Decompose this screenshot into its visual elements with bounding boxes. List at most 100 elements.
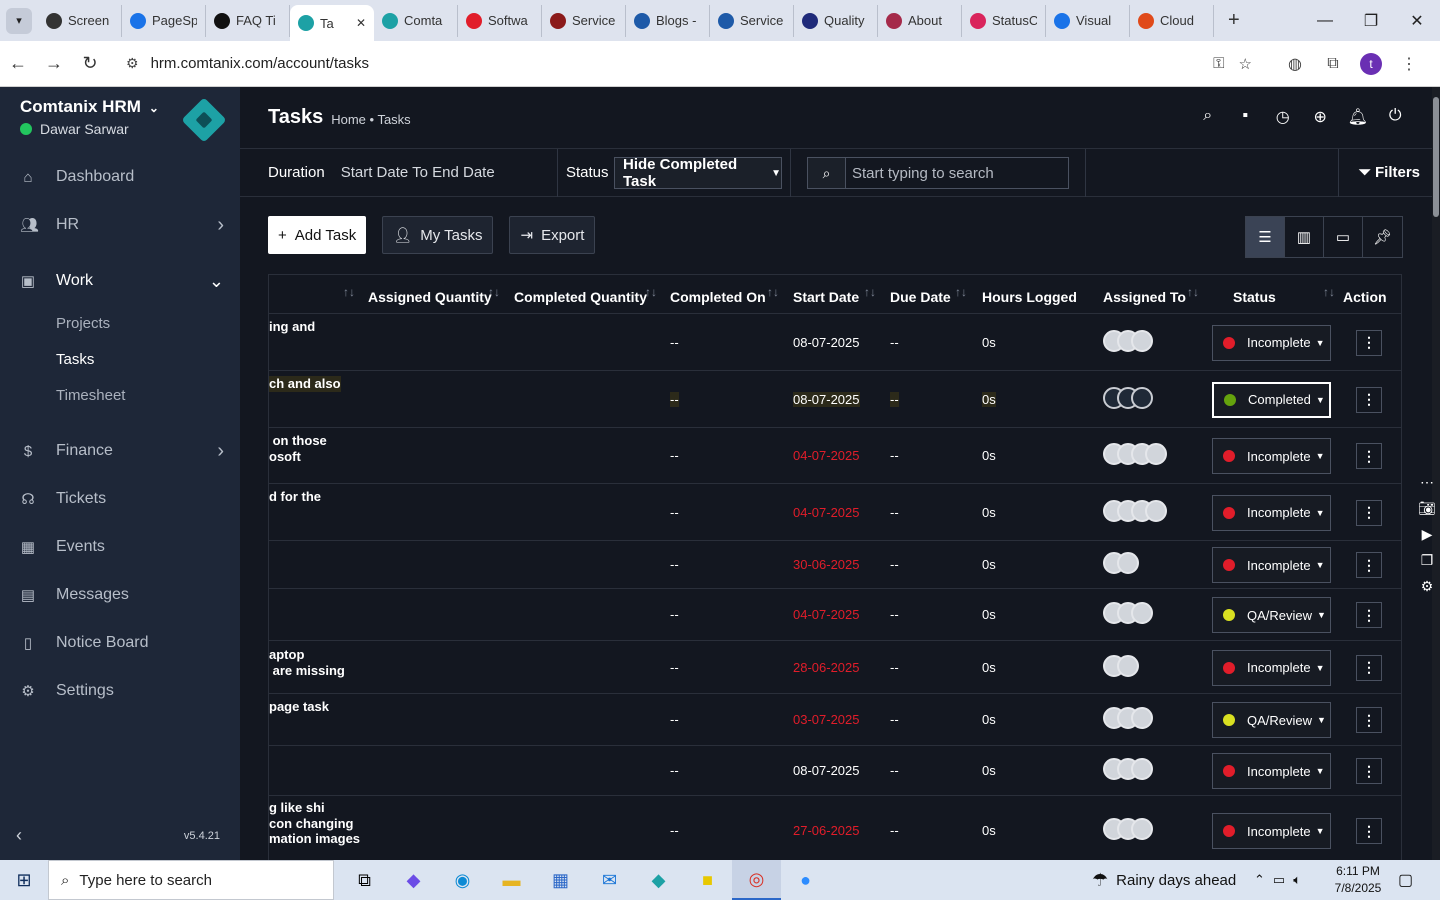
status-dropdown[interactable]: Incomplete ▼ (1212, 649, 1331, 686)
browser-tab[interactable]: Visual (1046, 4, 1130, 37)
url-field[interactable]: ⚙ hrm.comtanix.com/account/tasks ⚿ ☆ (116, 46, 1266, 81)
minimize-button[interactable]: — (1302, 0, 1348, 41)
export-button[interactable]: ⇥ Export (509, 216, 596, 254)
collapse-sidebar-icon[interactable]: ‹ (16, 825, 22, 846)
task-view-icon[interactable]: ⧉ (340, 860, 389, 900)
browser-tab[interactable]: About (878, 4, 962, 37)
bell-icon[interactable]: 🔔︎ (1339, 107, 1377, 127)
sidebar-item-messages[interactable]: ▤ Messages (0, 571, 240, 619)
extensions-icon[interactable]: ⧉ (1314, 55, 1352, 73)
network-icon[interactable]: ▭ (1273, 872, 1285, 888)
tab-search-dropdown[interactable]: ▾ (6, 7, 32, 34)
file-explorer-icon[interactable]: ▬ (487, 860, 536, 900)
assignee-avatars[interactable] (1103, 329, 1153, 352)
column-header-hours-logged[interactable]: Hours Logged (982, 289, 1077, 305)
status-dropdown[interactable]: QA/Review ▼ (1212, 597, 1331, 633)
forward-icon[interactable]: → (36, 53, 72, 74)
task-name[interactable]: ch and also (269, 376, 341, 392)
breadcrumb[interactable]: Home • Tasks (331, 112, 410, 127)
zoom-icon[interactable]: ● (781, 860, 830, 900)
column-header-completed-quantity[interactable]: Completed Quantity (514, 289, 647, 305)
browser-tab[interactable]: StatusC (962, 4, 1046, 37)
table-row[interactable]: -- 08-07-2025 -- 0s Incomplete ▼ ⋮ (269, 746, 1401, 796)
sort-icon[interactable]: ↑↓ (1187, 285, 1199, 299)
sort-icon[interactable]: ↑↓ (1323, 285, 1335, 299)
status-dropdown[interactable]: QA/Review ▼ (1212, 702, 1331, 738)
current-user[interactable]: Dawar Sarwar (20, 121, 129, 137)
bookmark-star-icon[interactable]: ☆ (1239, 55, 1252, 73)
table-row[interactable]: page task -- 03-07-2025 -- 0s QA/Review ▼ ⋮ (269, 694, 1401, 746)
search-input[interactable] (846, 158, 1068, 188)
more-icon[interactable]: ⋯ (1414, 474, 1440, 500)
assignee-avatars[interactable] (1103, 654, 1139, 677)
search-icon[interactable]: ⌕ (808, 158, 846, 188)
assignee-avatars[interactable] (1103, 707, 1153, 729)
browser-menu-icon[interactable]: ⋮ (1390, 54, 1428, 74)
site-info-icon[interactable]: ⚙ (126, 55, 139, 72)
mail-icon[interactable]: ✉ (585, 860, 634, 900)
system-clock[interactable]: 6:11 PM 7/8/2025 (1330, 863, 1386, 897)
list-view-icon[interactable]: ☰ (1246, 217, 1285, 257)
table-row[interactable]: aptop are missing -- 28-06-2025 -- 0s Incompl… (269, 641, 1401, 694)
browser-tab[interactable]: PageSp (122, 4, 206, 37)
calendar-view-icon[interactable]: ▭ (1324, 217, 1363, 257)
status-dropdown[interactable]: Incomplete ▼ (1212, 753, 1331, 789)
profile-avatar[interactable]: t (1360, 52, 1382, 75)
row-actions-kebab-icon[interactable]: ⋮ (1356, 386, 1382, 413)
sidebar-item-settings[interactable]: ⚙ Settings (0, 667, 240, 715)
row-actions-kebab-icon[interactable]: ⋮ (1356, 818, 1382, 844)
avatar[interactable] (1117, 654, 1139, 677)
table-row[interactable]: on those osoft -- 04-07-2025 -- 0s Incomplete… (269, 428, 1401, 484)
task-name[interactable]: ing and (269, 319, 315, 335)
reload-icon[interactable]: ↻ (72, 53, 108, 74)
add-circle-icon[interactable]: ⊕ (1302, 107, 1340, 127)
task-name[interactable]: g like shi con changing mation images (269, 800, 360, 847)
app-logo[interactable] (181, 97, 227, 143)
assignee-avatars[interactable] (1103, 499, 1167, 522)
status-dropdown[interactable]: Incomplete ▼ (1212, 438, 1331, 474)
row-actions-kebab-icon[interactable]: ⋮ (1356, 602, 1382, 628)
row-actions-kebab-icon[interactable]: ⋮ (1356, 443, 1382, 469)
back-icon[interactable]: ← (0, 53, 36, 74)
row-actions-kebab-icon[interactable]: ⋮ (1356, 758, 1382, 784)
assignee-avatars[interactable] (1103, 818, 1153, 840)
my-tasks-button[interactable]: 👤︎ My Tasks (382, 216, 494, 254)
sort-icon[interactable]: ↑↓ (864, 285, 876, 299)
filters-button[interactable]: ⏷ Filters (1359, 164, 1420, 181)
avatar[interactable] (1117, 552, 1139, 574)
browser-tab[interactable]: Ta ✕ (290, 5, 374, 41)
url-text[interactable]: hrm.comtanix.com/account/tasks (151, 55, 1214, 72)
settings-gear-icon[interactable]: ⚙ (1414, 578, 1440, 604)
task-name[interactable]: aptop are missing (269, 647, 345, 678)
sidebar-item-notice-board[interactable]: ▯ Notice Board (0, 619, 240, 667)
sticky-notes-icon[interactable]: ■ (683, 860, 732, 900)
sticky-note-icon[interactable]: ▪ (1227, 107, 1265, 127)
task-name[interactable]: on those osoft (269, 433, 327, 464)
avatar[interactable] (1131, 602, 1153, 624)
chrome-icon[interactable]: ◎ (732, 860, 781, 900)
avatar[interactable] (1131, 707, 1153, 729)
taskbar-search[interactable]: ⌕ Type here to search (48, 860, 334, 900)
table-row[interactable]: -- 04-07-2025 -- 0s QA/Review ▼ ⋮ (269, 589, 1401, 641)
sidebar-subitem-timesheet[interactable]: Timesheet (0, 377, 240, 413)
clock-icon[interactable]: ◷ (1264, 107, 1302, 127)
status-dropdown[interactable]: Incomplete ▼ (1212, 547, 1331, 583)
browser-tab[interactable]: Quality (794, 4, 878, 37)
browser-tab[interactable]: Screen (38, 4, 122, 37)
video-icon[interactable]: ▶ (1414, 526, 1440, 552)
row-actions-kebab-icon[interactable]: ⋮ (1356, 552, 1382, 578)
status-dropdown[interactable]: Incomplete ▼ (1212, 813, 1331, 849)
windows-start-icon[interactable]: ⊞ (0, 870, 48, 891)
duration-picker[interactable]: Start Date To End Date (341, 164, 495, 181)
pin-icon[interactable]: 📌︎ (1363, 217, 1402, 257)
assignee-avatars[interactable] (1103, 386, 1153, 409)
sidebar-item-hr[interactable]: 👥︎ HR › (0, 201, 240, 249)
edge-icon[interactable]: ◉ (438, 860, 487, 900)
sort-icon[interactable]: ↑↓ (955, 285, 967, 299)
close-tab-icon[interactable]: ✕ (356, 16, 366, 30)
power-icon[interactable]: ⏻ (1377, 107, 1415, 127)
row-actions-kebab-icon[interactable]: ⋮ (1356, 707, 1382, 733)
sidebar-item-work[interactable]: ▣ Work ⌄ (0, 257, 240, 305)
sort-icon[interactable]: ↑↓ (767, 285, 779, 299)
table-row[interactable]: g like shi con changing mation images -- 2… (269, 796, 1401, 860)
